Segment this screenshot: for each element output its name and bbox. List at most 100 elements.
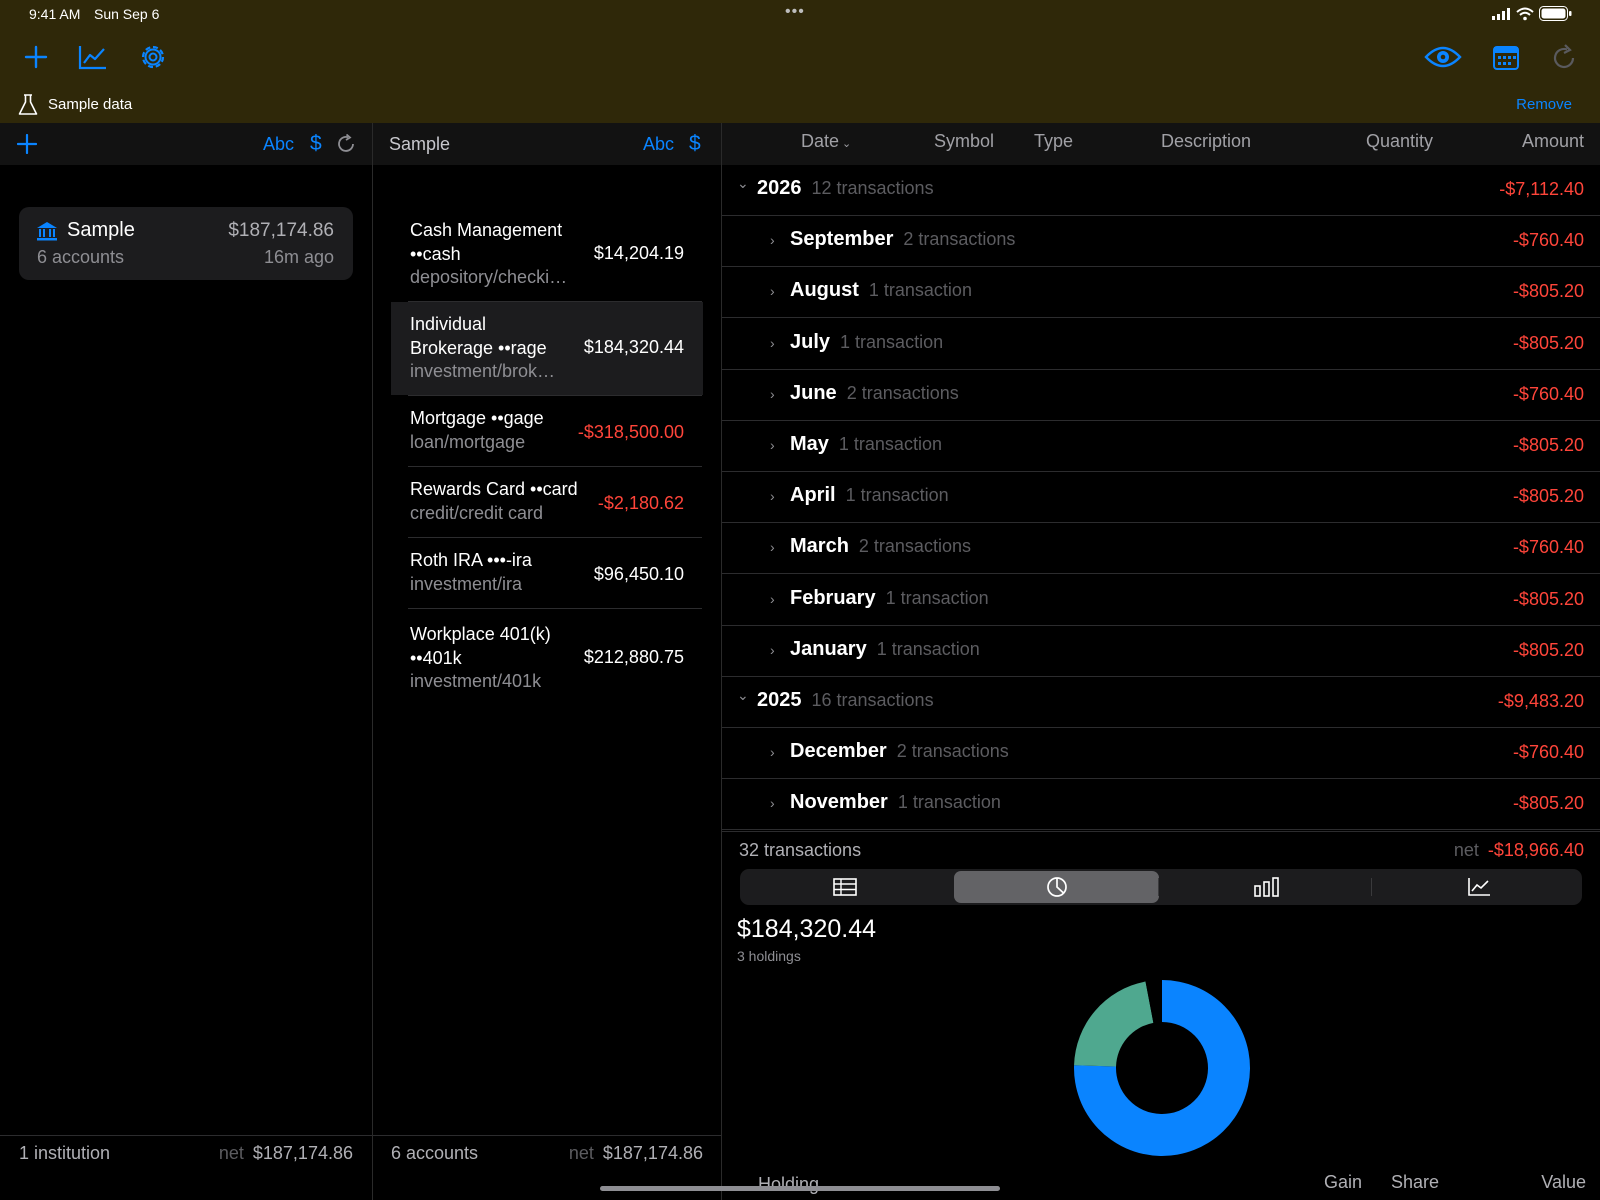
divider [373,1135,722,1136]
column-type[interactable]: Type [1034,131,1073,152]
sort-accounts-by-name-button[interactable]: Abc [643,134,674,155]
account-row-selected[interactable]: Individual Brokerage ••rage investment/b… [391,302,703,395]
month-group-row[interactable]: › September 2 transactions -$760.40 [722,216,1600,268]
chevron-right-icon[interactable]: › [770,795,775,811]
segment-table[interactable] [742,871,947,903]
group-label: May 1 transaction [790,433,942,455]
account-row[interactable]: Workplace 401(k) ••401k investment/401k … [391,609,703,701]
eye-icon[interactable] [1424,40,1462,74]
column-gain[interactable]: Gain [1324,1172,1362,1193]
chevron-down-icon[interactable]: ⌄ [737,175,749,192]
sort-by-name-button[interactable]: Abc [263,134,294,155]
account-name: Individual [410,314,487,334]
segment-pie[interactable] [954,871,1159,903]
bank-icon [37,222,57,241]
column-value[interactable]: Value [1541,1172,1586,1193]
chevron-right-icon[interactable]: › [770,335,775,351]
chevron-right-icon[interactable]: › [770,437,775,453]
year-group-row[interactable]: ⌄ 2025 16 transactions -$9,483.20 [722,677,1600,728]
month-group-row[interactable]: › April 1 transaction -$805.20 [722,472,1600,524]
account-amount: $14,204.19 [593,243,684,263]
institution-count: 1 institution [19,1143,111,1163]
holdings-count: 3 holdings [737,948,801,964]
remove-sample-button[interactable]: Remove [1516,96,1572,113]
column-amount[interactable]: Amount [1522,131,1584,152]
chevron-right-icon[interactable]: › [770,283,775,299]
group-count: 1 transaction [845,485,949,506]
plus-icon[interactable] [19,40,53,74]
institution-card-sample[interactable]: Sample 6 accounts $187,174.86 16m ago [19,207,353,280]
year-group-row[interactable]: ⌄ 2026 12 transactions -$7,112.40 [722,165,1600,216]
group-label: 2026 12 transactions [757,177,934,199]
add-institution-icon[interactable] [17,134,37,154]
account-name: Rewards Card ••card [410,479,578,499]
chevron-right-icon[interactable]: › [770,386,775,402]
group-amount: -$805.20 [1512,281,1584,302]
group-label: August 1 transaction [790,279,972,302]
month-group-row[interactable]: › November 1 transaction -$805.20 [722,779,1600,831]
accounts-title: Sample [389,134,451,154]
chevron-right-icon[interactable]: › [770,539,775,555]
account-type: loan/mortgage [410,431,526,452]
group-amount: -$760.40 [1512,537,1584,558]
month-group-row[interactable]: › February 1 transaction -$805.20 [722,575,1600,626]
segment-line[interactable] [1376,871,1581,903]
month-group-row[interactable]: › January 1 transaction -$805.20 [722,626,1600,677]
column-description[interactable]: Description [1161,131,1251,152]
chevron-right-icon[interactable]: › [770,488,775,504]
status-bar: 9:41 AM Sun Sep 6 ••• [0,0,1600,28]
group-amount: -$805.20 [1512,588,1584,609]
column-symbol[interactable]: Symbol [934,131,994,152]
sort-by-amount-button[interactable]: $ [310,132,322,156]
gear-icon[interactable] [136,40,170,74]
donut-slice-1[interactable] [1074,981,1154,1067]
account-amount: -$318,500.00 [577,422,684,442]
chevron-right-icon[interactable]: › [770,744,775,760]
wifi-icon [1516,7,1534,21]
segment-bar[interactable] [1164,871,1369,903]
account-row[interactable]: Roth IRA •••-ira investment/ira $96,450.… [391,538,703,608]
group-label: December 2 transactions [790,740,1009,763]
group-count: 16 transactions [811,690,934,710]
account-name: Mortgage ••gage [410,408,544,428]
month-group-row[interactable]: › June 2 transactions -$760.40 [722,370,1600,421]
account-row[interactable]: Mortgage ••gage loan/mortgage -$318,500.… [391,396,703,466]
account-amount: $96,450.10 [593,564,684,584]
group-label: March 2 transactions [790,535,971,558]
chevron-right-icon[interactable]: › [770,591,775,607]
sample-data-label: Sample data [48,96,133,113]
chevron-right-icon[interactable]: › [770,232,775,248]
line-chart-icon[interactable] [76,40,110,74]
multitask-dots[interactable]: ••• [785,3,805,21]
month-group-row[interactable]: › August 1 transaction -$805.20 [722,267,1600,319]
account-row[interactable]: Rewards Card ••card credit/credit card -… [391,467,703,537]
group-amount: -$7,112.40 [1499,179,1584,199]
group-count: 1 transaction [840,331,944,352]
column-share[interactable]: Share [1391,1172,1439,1193]
account-amount: $212,880.75 [583,647,684,667]
group-amount: -$805.20 [1512,332,1584,353]
chevron-down-icon[interactable]: ⌄ [737,687,749,704]
column-quantity[interactable]: Quantity [1366,131,1433,152]
column-holding[interactable]: Holding [758,1174,819,1195]
month-group-row[interactable]: › May 1 transaction -$805.20 [722,421,1600,472]
table-icon [832,878,857,896]
month-group-row[interactable]: › March 2 transactions -$760.40 [722,523,1600,575]
calendar-icon[interactable] [1489,40,1523,74]
accounts-net: net $187,174.86 [568,1143,703,1163]
account-row[interactable]: Cash Management ••cash depository/checki… [391,209,703,301]
month-group-row[interactable]: › July 1 transaction -$805.20 [722,319,1600,370]
home-indicator[interactable] [600,1186,1000,1191]
account-name: Workplace 401(k) [410,624,551,644]
group-amount: -$760.40 [1512,383,1584,404]
chevron-right-icon[interactable]: › [770,642,775,658]
refresh-institutions-icon[interactable] [336,134,356,154]
refresh-icon[interactable] [1547,41,1581,75]
column-date-sort[interactable]: Date ⌄ [801,131,851,152]
group-amount: -$805.20 [1512,793,1584,814]
month-group-row[interactable]: › December 2 transactions -$760.40 [722,728,1600,780]
accounts-header: Sample Abc $ [373,123,722,165]
group-amount: -$805.20 [1512,435,1584,455]
group-count: 2 transactions [896,741,1009,762]
sort-accounts-by-amount-button[interactable]: $ [689,132,701,156]
